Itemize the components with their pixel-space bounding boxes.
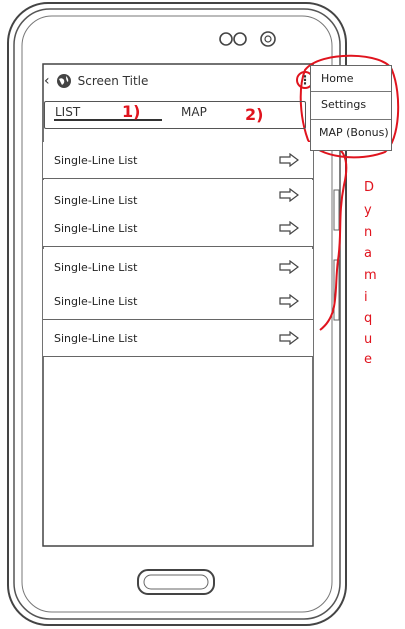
tab-list-underline xyxy=(54,119,162,121)
annotation-letter: a xyxy=(364,246,372,261)
tab-map-marker: 2) xyxy=(245,105,264,124)
list-item-label: Single-Line List xyxy=(54,295,138,308)
list-item[interactable]: Single-Line List xyxy=(43,249,313,286)
menu-item-map-bonus[interactable]: MAP (Bonus) xyxy=(319,126,389,139)
arrow-right-icon xyxy=(279,153,299,167)
list-item[interactable]: Single-Line List xyxy=(43,283,313,320)
tab-list-marker: 1) xyxy=(122,102,141,121)
menu-divider xyxy=(311,119,391,120)
overflow-menu: Home Settings MAP (Bonus) xyxy=(310,65,392,151)
list-item-label: Single-Line List xyxy=(54,222,138,235)
annotation-letter: q xyxy=(364,311,373,326)
annotation-letter: u xyxy=(364,332,373,347)
arrow-right-icon xyxy=(279,331,299,345)
globe-icon xyxy=(56,74,71,88)
list-item-label: Single-Line List xyxy=(54,194,138,207)
arrow-right-icon xyxy=(279,260,299,274)
list-item-label: Single-Line List xyxy=(54,261,138,274)
annotation-letter: e xyxy=(364,352,372,367)
arrow-right-icon xyxy=(279,188,299,202)
tab-list[interactable]: LIST xyxy=(55,105,80,119)
annotation-letter: m xyxy=(364,268,377,283)
arrow-right-icon xyxy=(279,221,299,235)
tab-bar xyxy=(44,101,306,129)
tab-map[interactable]: MAP xyxy=(181,105,207,119)
app-bar: ‹ Screen Title xyxy=(44,70,314,92)
list-item[interactable]: Single-Line List xyxy=(43,320,313,357)
annotation-letter: n xyxy=(364,225,373,240)
annotation-letter: i xyxy=(364,290,368,305)
menu-item-home[interactable]: Home xyxy=(321,72,353,85)
screen-title: Screen Title xyxy=(77,74,149,88)
arrow-right-icon xyxy=(279,294,299,308)
annotation-letter: D xyxy=(364,180,375,195)
menu-divider xyxy=(311,91,391,92)
annotation-letter: y xyxy=(364,203,372,218)
back-icon[interactable]: ‹ xyxy=(44,73,50,89)
list-item[interactable]: Single-Line List xyxy=(43,210,313,247)
list-item-label: Single-Line List xyxy=(54,154,138,167)
list-item[interactable]: Single-Line List xyxy=(43,142,313,179)
list-item-label: Single-Line List xyxy=(54,332,138,345)
menu-item-settings[interactable]: Settings xyxy=(321,98,366,111)
